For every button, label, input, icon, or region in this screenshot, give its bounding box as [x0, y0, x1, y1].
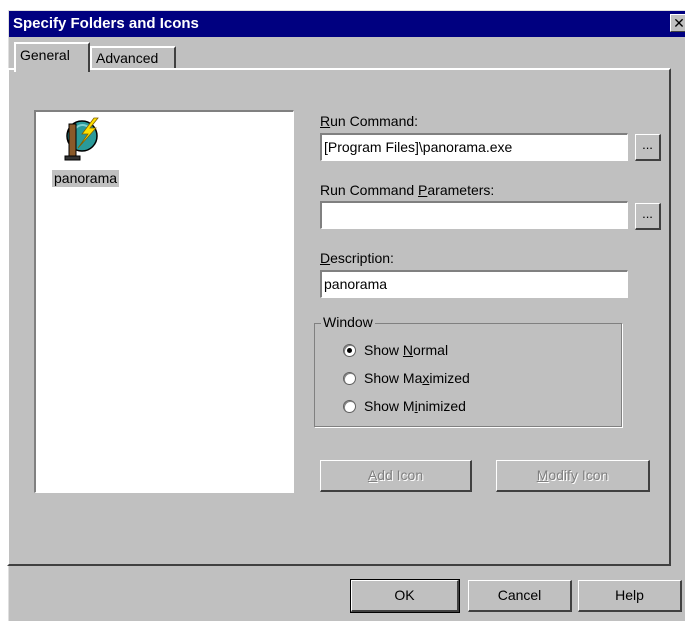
- close-button[interactable]: ✕: [670, 14, 685, 32]
- panorama-app-icon: [64, 117, 99, 161]
- run-params-label: Run Command Parameters:: [320, 182, 495, 198]
- run-params-input[interactable]: [320, 201, 628, 229]
- modify-icon-button[interactable]: Modify Icon: [496, 460, 650, 492]
- radio-show-maximized[interactable]: Show Maximized: [343, 370, 470, 386]
- run-params-browse-button[interactable]: ...: [635, 203, 661, 230]
- tab-advanced[interactable]: Advanced: [90, 46, 176, 68]
- tab-advanced-label: Advanced: [96, 50, 159, 66]
- help-button[interactable]: Help: [578, 580, 682, 612]
- run-command-label: Run Command:: [320, 113, 419, 129]
- radio-show-normal-label: Show Normal: [364, 342, 449, 358]
- description-input[interactable]: panorama: [320, 270, 628, 298]
- add-icon-button[interactable]: Add Icon: [320, 460, 472, 492]
- radio-indicator: [343, 343, 356, 357]
- radio-show-maximized-label: Show Maximized: [364, 370, 470, 386]
- radio-indicator: [343, 399, 356, 413]
- tab-general-label: General: [20, 47, 70, 63]
- cancel-button[interactable]: Cancel: [468, 580, 572, 612]
- radio-show-minimized-label: Show Minimized: [364, 398, 466, 414]
- description-label: Description:: [320, 250, 394, 266]
- window-title: Specify Folders and Icons: [13, 15, 199, 32]
- ok-button[interactable]: OK: [350, 579, 460, 613]
- radio-show-normal[interactable]: Show Normal: [343, 342, 448, 358]
- window-groupbox: Window Show Normal Show Maximized Show M…: [314, 314, 622, 427]
- run-command-browse-button[interactable]: ...: [635, 134, 661, 161]
- close-icon: ✕: [673, 15, 685, 31]
- title-bar: Specify Folders and Icons ✕: [9, 11, 685, 37]
- tab-general[interactable]: General: [14, 42, 90, 72]
- icon-list[interactable]: panorama: [34, 110, 294, 493]
- list-item-label: panorama: [52, 170, 120, 187]
- window-group-legend: Window: [321, 314, 375, 331]
- radio-show-minimized[interactable]: Show Minimized: [343, 398, 466, 414]
- radio-indicator: [343, 371, 356, 385]
- run-command-input[interactable]: [Program Files]\panorama.exe: [320, 133, 628, 161]
